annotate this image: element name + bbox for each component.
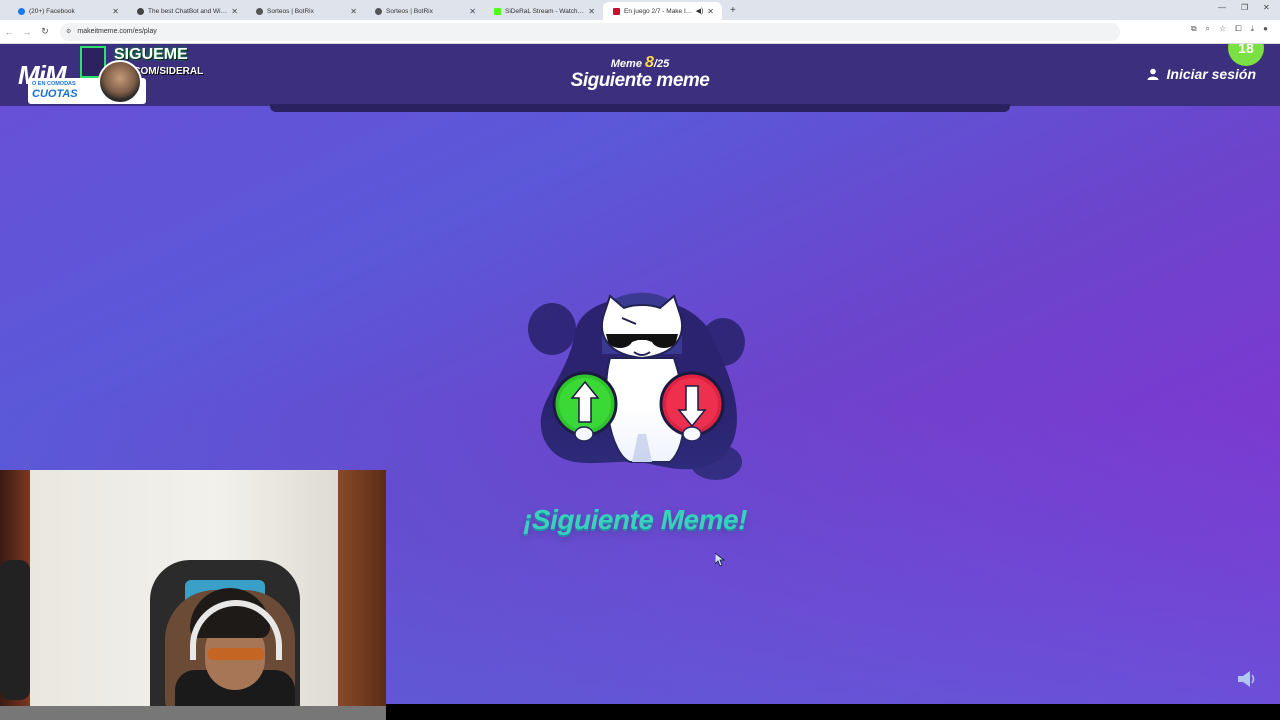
webcam-door [338,470,386,720]
reload-icon[interactable]: ↻ [36,26,54,37]
site-info-icon[interactable]: ⚙ [66,28,71,35]
kick-favicon-icon [494,7,501,15]
github-favicon-icon [256,7,263,15]
back-icon[interactable]: ← [0,27,18,37]
browser-tab[interactable]: (20+) Facebook ✕ [8,2,127,20]
browser-tab-strip: (20+) Facebook ✕ The best ChatBot and Wi… [0,0,1280,20]
browser-tab[interactable]: Sorteos | BotRix ✕ [246,2,365,20]
browser-tab[interactable]: SiDeRaL Stream - Watch Live ✕ [484,2,603,20]
header-underline [270,104,1010,112]
close-tab-icon[interactable]: ✕ [707,7,714,16]
browser-tab[interactable]: The best ChatBot and Widgets ✕ [127,2,246,20]
new-tab-icon[interactable]: + [730,2,736,20]
close-tab-icon[interactable]: ✕ [112,7,119,16]
browser-toolbar: ← → ↻ ⚙ makeitmeme.com/es/play ⧉ ⌕ ☆ ⧠ ⤓… [0,20,1280,44]
toolbar-icons: ⧉ ⌕ ☆ ⧠ ⤓ ● [1191,24,1268,34]
minimize-icon[interactable]: — [1218,3,1226,12]
zoom-icon[interactable]: ⌕ [1206,24,1210,34]
streamer-webcam [0,470,386,720]
tab-title: (20+) Facebook [29,7,75,15]
page-title: Siguiente meme [570,70,710,91]
close-tab-icon[interactable]: ✕ [588,7,595,16]
profile-icon[interactable]: ● [1263,24,1268,34]
bottom-black-bar [386,704,1280,720]
bookmark-star-icon[interactable]: ☆ [1219,24,1226,34]
tab-title: Sorteos | BotRix [267,7,314,15]
login-button[interactable]: Iniciar sesión [1147,66,1256,82]
browser-tab[interactable]: Sorteos | BotRix ✕ [365,2,484,20]
url-text: makeitmeme.com/es/play [77,28,157,35]
close-tab-icon[interactable]: ✕ [350,7,357,16]
download-icon[interactable]: ⤓ [1251,24,1255,34]
close-tab-icon[interactable]: ✕ [469,7,476,16]
meme-counter-label: Meme [610,58,642,70]
meme-counter-current: 8 [645,54,654,71]
restore-icon[interactable]: ❐ [1241,3,1248,12]
cat-with-sunglasses-voting-icon [528,292,745,480]
github-favicon-icon [375,7,382,15]
speaker-icon[interactable] [1236,670,1258,688]
tab-title: SiDeRaL Stream - Watch Live [505,7,585,15]
tab-title: En juego 2/7 - Make It Meme [624,7,693,15]
webcam-chair-left [0,560,30,700]
close-tab-icon[interactable]: ✕ [231,7,238,16]
mouse-cursor-icon [715,553,725,567]
github-favicon-icon [137,7,144,15]
tab-title: Sorteos | BotRix [386,7,433,15]
browser-tab-active[interactable]: En juego 2/7 - Make It Meme ◀) ✕ [603,2,722,20]
address-bar[interactable]: ⚙ makeitmeme.com/es/play [60,22,1120,41]
tab-title: The best ChatBot and Widgets [148,7,227,15]
age-rating-text: 18 [1238,44,1254,56]
facebook-favicon-icon [18,7,25,15]
webcam-desk [0,706,386,720]
forward-icon[interactable]: → [18,27,36,37]
meme-counter-total: /25 [653,58,670,70]
install-app-icon[interactable]: ⧉ [1191,24,1197,34]
streamer-glasses [208,648,264,660]
close-window-icon[interactable]: ✕ [1263,3,1270,12]
extensions-icon[interactable]: ⧠ [1235,24,1241,34]
audio-playing-icon[interactable]: ◀) [696,7,704,15]
login-label: Iniciar sesión [1166,66,1256,82]
user-icon [1147,68,1159,80]
flag-favicon-icon [613,7,620,15]
